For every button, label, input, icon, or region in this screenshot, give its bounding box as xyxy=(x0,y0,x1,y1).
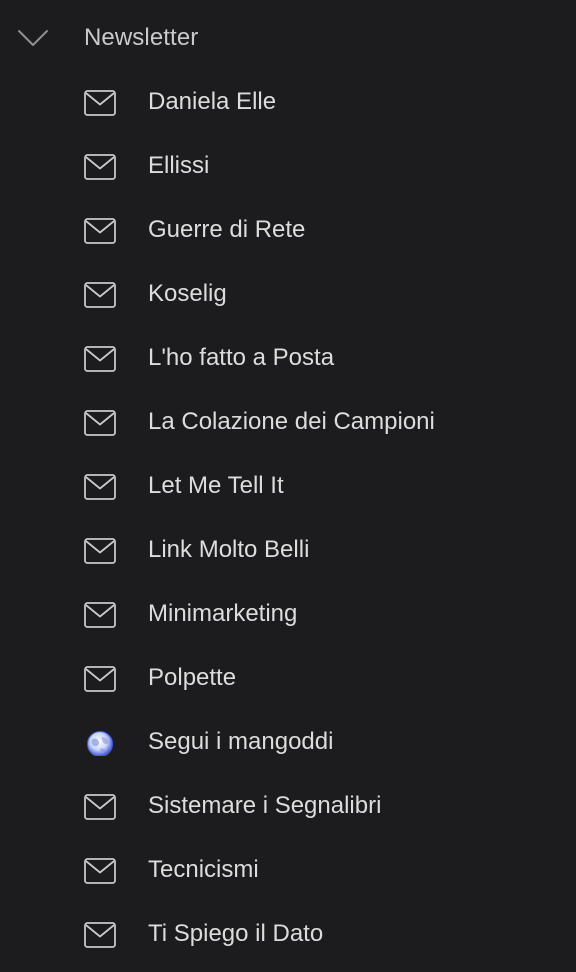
feed-item[interactable]: Polpette xyxy=(0,646,576,710)
folder-title: Newsletter xyxy=(84,24,199,51)
feed-label: La Colazione dei Campioni xyxy=(148,408,435,435)
envelope-icon xyxy=(84,794,116,820)
feed-label: L'ho fatto a Posta xyxy=(148,344,335,371)
chevron-down-icon[interactable] xyxy=(17,28,49,48)
feed-item[interactable]: Segui i mangoddi xyxy=(0,710,576,774)
feed-item[interactable]: Daniela Elle xyxy=(0,70,576,134)
feed-label: Daniela Elle xyxy=(148,88,277,115)
envelope-icon xyxy=(84,922,116,948)
feed-item[interactable]: La Colazione dei Campioni xyxy=(0,390,576,454)
feed-label: Ti Spiego il Dato xyxy=(148,920,324,947)
feed-item[interactable]: Sistemare i Segnalibri xyxy=(0,774,576,838)
feed-label: Ellissi xyxy=(148,152,210,179)
envelope-icon xyxy=(84,282,116,308)
feed-label: Let Me Tell It xyxy=(148,472,284,499)
envelope-icon xyxy=(84,90,116,116)
feed-label: Segui i mangoddi xyxy=(148,728,334,755)
envelope-icon xyxy=(84,346,116,372)
feed-item[interactable]: L'ho fatto a Posta xyxy=(0,326,576,390)
envelope-icon xyxy=(84,410,116,436)
feed-label: Guerre di Rete xyxy=(148,216,306,243)
feed-item[interactable]: Tecnicismi xyxy=(0,838,576,902)
feed-label: Tecnicismi xyxy=(148,856,259,883)
envelope-icon xyxy=(84,474,116,500)
feed-item[interactable]: Ti Spiego il Dato xyxy=(0,902,576,966)
envelope-icon xyxy=(84,218,116,244)
feed-item[interactable]: Minimarketing xyxy=(0,582,576,646)
globe-icon xyxy=(84,730,116,757)
feed-label: Koselig xyxy=(148,280,227,307)
feed-item[interactable]: Guerre di Rete xyxy=(0,198,576,262)
feed-item[interactable]: Let Me Tell It xyxy=(0,454,576,518)
feed-label: Minimarketing xyxy=(148,600,298,627)
envelope-icon xyxy=(84,538,116,564)
feed-item[interactable]: Koselig xyxy=(0,262,576,326)
feed-label: Sistemare i Segnalibri xyxy=(148,792,382,819)
feed-item[interactable]: Ellissi xyxy=(0,134,576,198)
folder-header-newsletter[interactable]: Newsletter xyxy=(0,0,576,76)
feed-list: Daniela Elle Ellissi Guerre di Rete Kose… xyxy=(0,70,576,966)
envelope-icon xyxy=(84,602,116,628)
envelope-icon xyxy=(84,858,116,884)
envelope-icon xyxy=(84,154,116,180)
feed-label: Polpette xyxy=(148,664,237,691)
feed-item[interactable]: Link Molto Belli xyxy=(0,518,576,582)
envelope-icon xyxy=(84,666,116,692)
feed-label: Link Molto Belli xyxy=(148,536,310,563)
